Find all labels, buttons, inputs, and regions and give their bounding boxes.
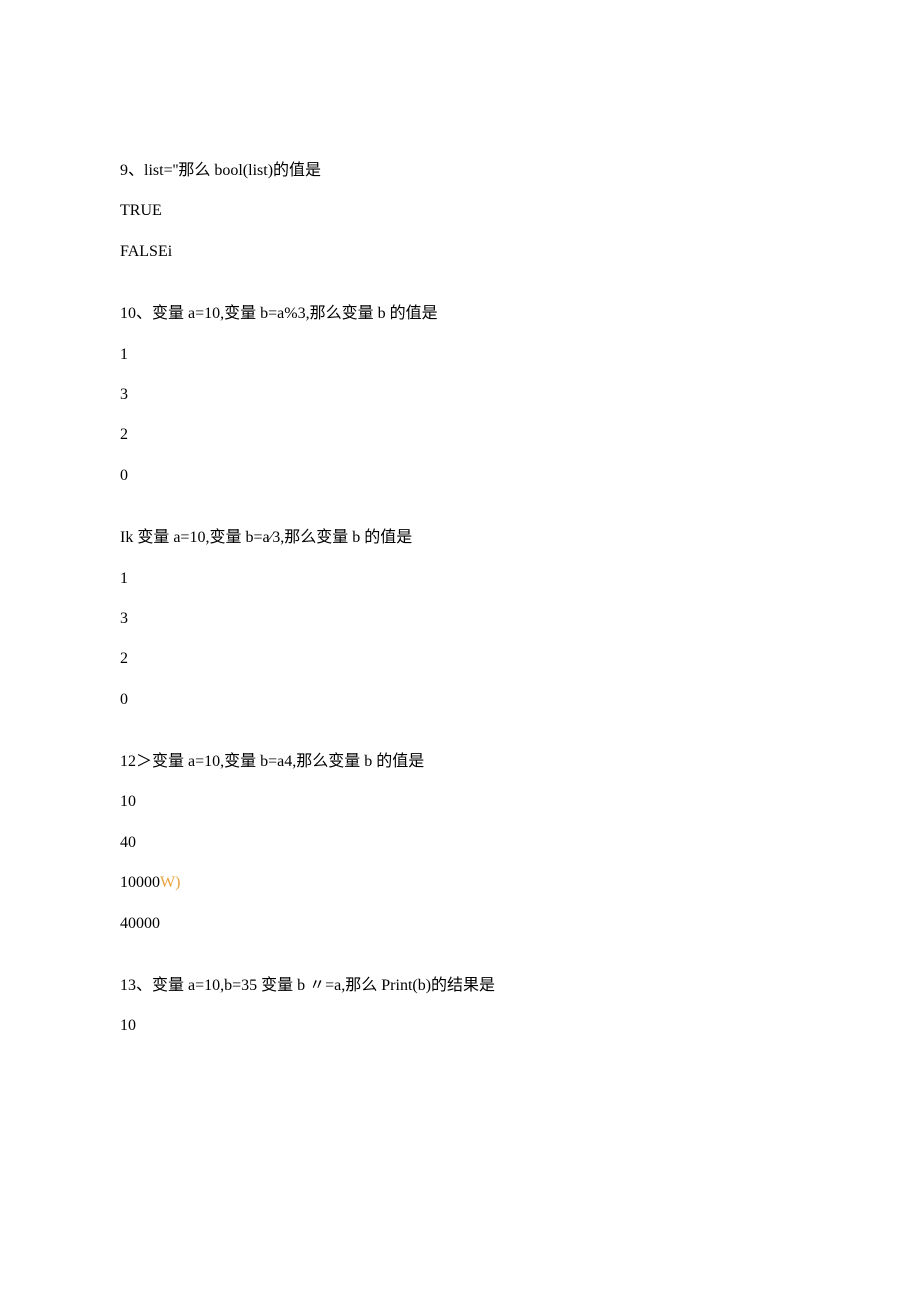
question-10-option-2: 3 <box>120 384 800 406</box>
question-12-option-4: 40000 <box>120 913 800 935</box>
question-12-option-3: 10000W) <box>120 872 800 894</box>
question-12-option-1: 10 <box>120 791 800 813</box>
question-11-option-1: 1 <box>120 568 800 590</box>
document-page: 9、list=''那么 bool(list)的值是 TRUE FALSEi 10… <box>0 0 920 1301</box>
question-12-option-2: 40 <box>120 832 800 854</box>
question-12-text: 12＞变量 a=10,变量 b=a4,那么变量 b 的值是 <box>120 751 800 773</box>
question-12: 12＞变量 a=10,变量 b=a4,那么变量 b 的值是 10 40 1000… <box>120 751 800 935</box>
question-11: Ik 变量 a=10,变量 b=a⁄3,那么变量 b 的值是 1 3 2 0 <box>120 527 800 711</box>
question-9: 9、list=''那么 bool(list)的值是 TRUE FALSEi <box>120 160 800 263</box>
question-10-text: 10、变量 a=10,变量 b=a%3,那么变量 b 的值是 <box>120 303 800 325</box>
question-10: 10、变量 a=10,变量 b=a%3,那么变量 b 的值是 1 3 2 0 <box>120 303 800 487</box>
question-9-text: 9、list=''那么 bool(list)的值是 <box>120 160 800 182</box>
question-11-option-2: 3 <box>120 608 800 630</box>
question-11-text: Ik 变量 a=10,变量 b=a⁄3,那么变量 b 的值是 <box>120 527 800 549</box>
question-10-option-1: 1 <box>120 344 800 366</box>
question-12-option-3-prefix: 10000 <box>120 874 160 891</box>
question-10-option-4: 0 <box>120 465 800 487</box>
question-9-option-1: TRUE <box>120 200 800 222</box>
question-13-text: 13、变量 a=10,b=35 变量 b 〃=a,那么 Print(b)的结果是 <box>120 975 800 997</box>
question-11-option-4: 0 <box>120 689 800 711</box>
question-10-option-3: 2 <box>120 424 800 446</box>
question-13: 13、变量 a=10,b=35 变量 b 〃=a,那么 Print(b)的结果是… <box>120 975 800 1038</box>
question-11-option-3: 2 <box>120 648 800 670</box>
question-9-option-2: FALSEi <box>120 241 800 263</box>
question-12-option-3-highlight: W) <box>160 874 180 891</box>
question-13-option-1: 10 <box>120 1015 800 1037</box>
